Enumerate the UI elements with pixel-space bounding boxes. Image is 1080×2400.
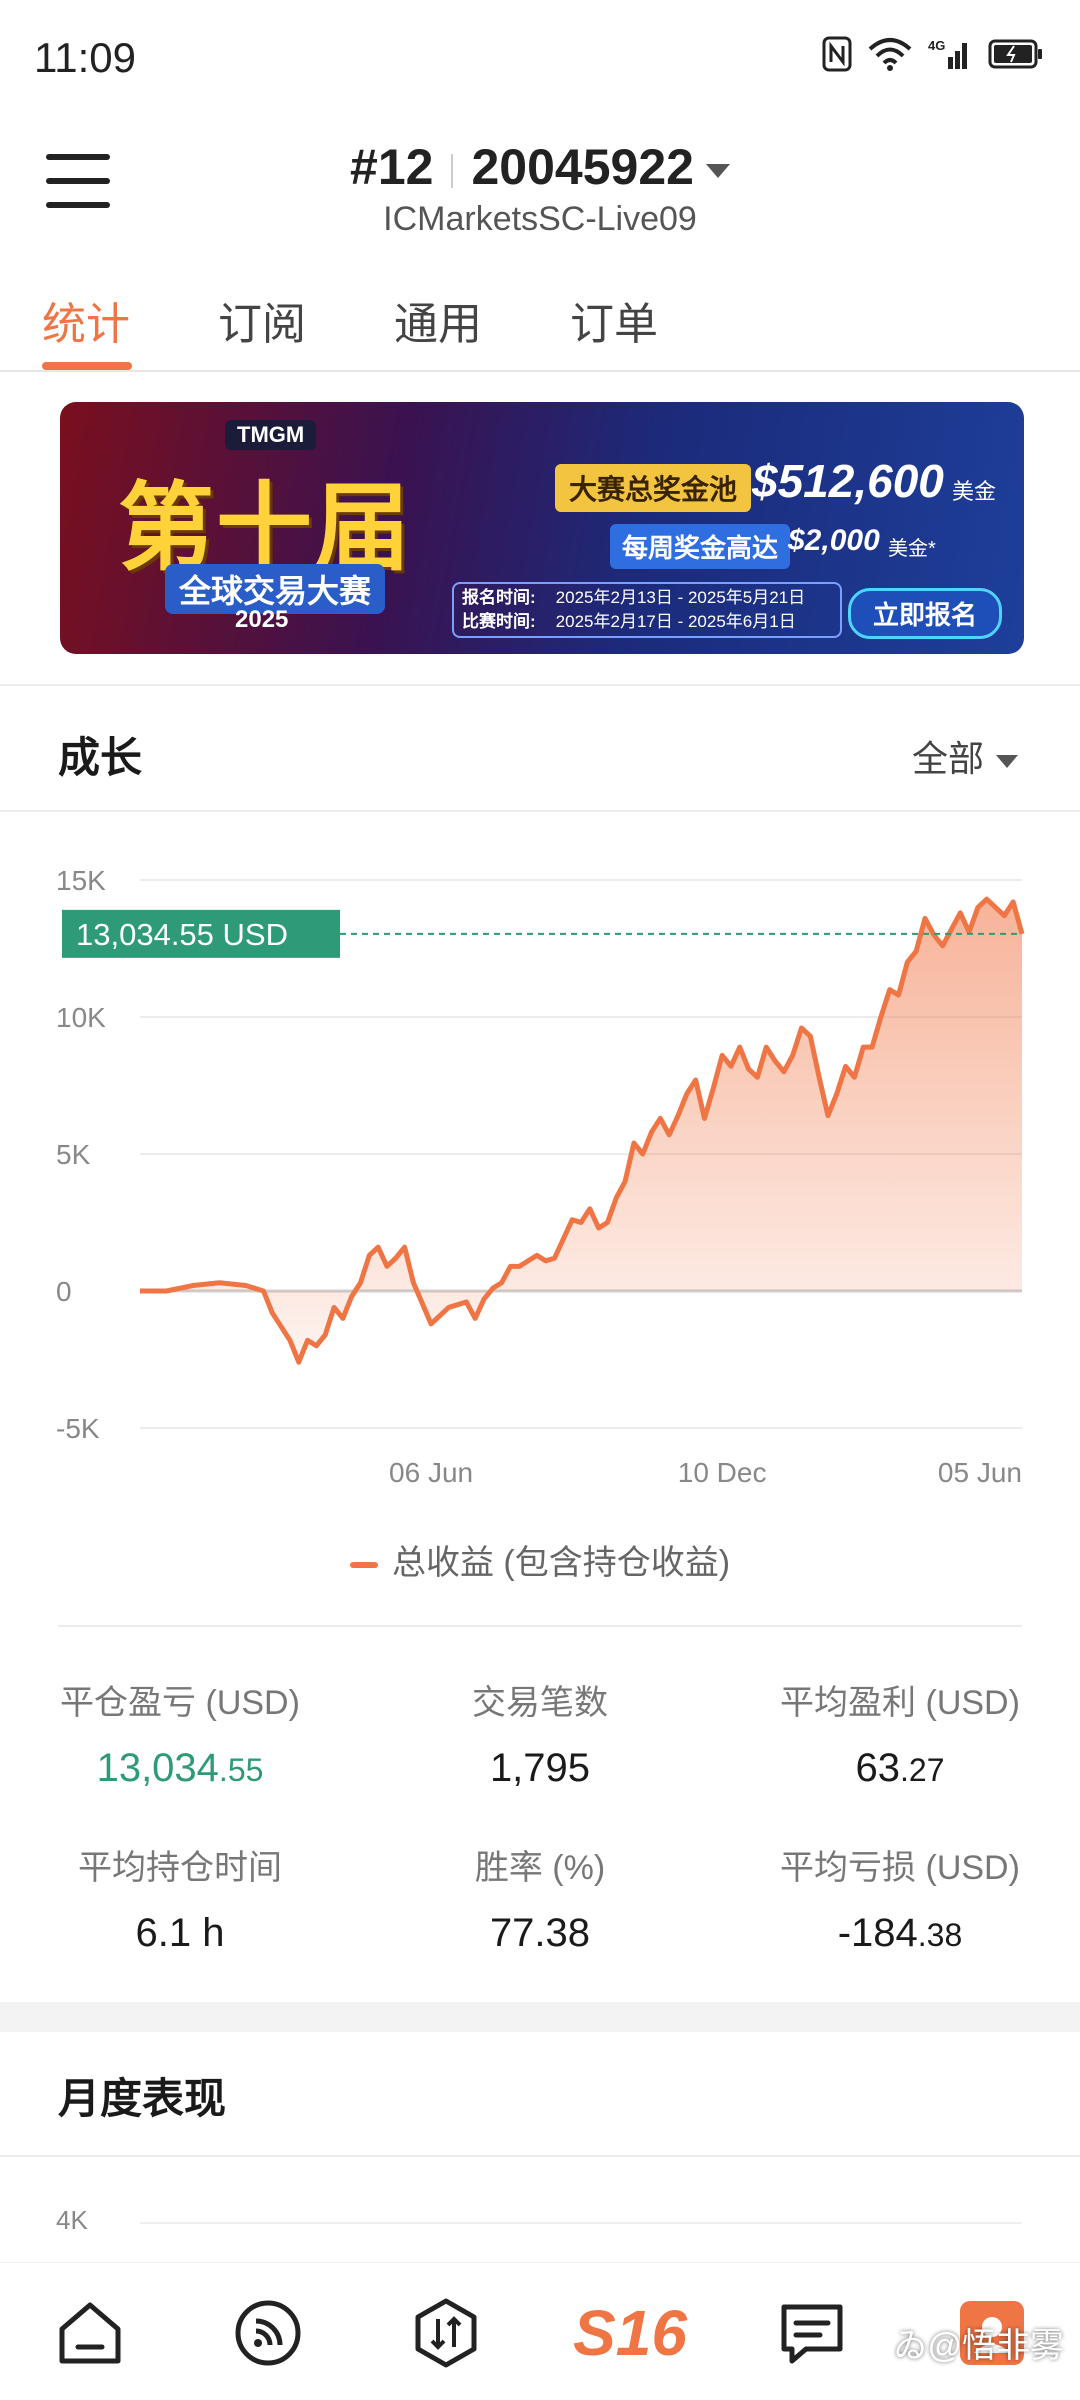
nav-messages[interactable] xyxy=(772,2293,852,2373)
stat-label: 胜率 (%) xyxy=(474,1849,606,1887)
server-name: ICMarketsSC-Live09 xyxy=(383,200,697,238)
chart-legend: 总收益 (包含持仓收益) xyxy=(0,1535,1080,1584)
growth-chart[interactable]: 15K 10K 5K 0 -5K 06 Jun 10 Dec 05 Jun 13,034.55 … xyxy=(0,840,1080,1500)
nav-trade[interactable] xyxy=(406,2293,486,2373)
banner-year: 2025 xyxy=(235,606,289,633)
banner-pool-unit: 美金 xyxy=(952,479,997,504)
chevron-down-icon xyxy=(996,754,1018,768)
signup-button[interactable]: 立即报名 xyxy=(848,588,1003,639)
signup-time-value: 2025年2月13日 - 2025年5月21日 xyxy=(555,588,806,607)
trade-icon xyxy=(415,2298,477,2368)
banner-brand: TMGM xyxy=(225,420,317,450)
header: #12 20045922 ICMarketsSC-Live09 xyxy=(0,110,1080,260)
section-separator xyxy=(0,2002,1080,2032)
x-tick-label: 10 Dec xyxy=(678,1457,767,1488)
legend-label: 总收益 (包含持仓收益) xyxy=(391,1544,731,1582)
battery-icon xyxy=(988,39,1042,69)
x-tick-label: 05 Jun xyxy=(938,1457,1022,1488)
promo-banner[interactable]: TMGM 第十届 全球交易大赛 2025 大赛总奖金池 $512,600 美金 … xyxy=(60,402,1024,654)
stat-value: 1,795 xyxy=(489,1746,591,1790)
stat-label: 交易笔数 xyxy=(472,1684,608,1722)
stat-value: 6.1 h xyxy=(135,1911,225,1955)
signal-icon xyxy=(235,2300,301,2366)
current-value-label: 13,034.55 USD xyxy=(76,917,288,952)
signup-time-label: 报名时间: xyxy=(462,588,536,607)
account-rank: #12 xyxy=(350,139,434,195)
legend-swatch xyxy=(349,1562,378,1569)
stat-avg-hold-time: 平均持仓时间 6.1 h xyxy=(0,1840,360,1956)
stat-value: 13,034.55 xyxy=(96,1746,264,1790)
stat-label: 平均盈利 (USD) xyxy=(780,1684,1020,1722)
stat-label: 平仓盈亏 (USD) xyxy=(60,1684,300,1722)
growth-chart-svg: 15K 10K 5K 0 -5K 06 Jun 10 Dec 05 Jun 13,034.55 … xyxy=(56,865,1025,1488)
banner-weekly-amount: $2,000 xyxy=(788,524,880,557)
monthly-axis-tick: 4K xyxy=(56,2205,88,2235)
range-dropdown[interactable]: 全部 xyxy=(912,730,1018,782)
tab-bar: 统计 订阅 通用 订单 xyxy=(0,270,1080,372)
divider xyxy=(0,2155,1080,2157)
growth-title: 成长 xyxy=(58,734,143,781)
y-tick-label: 0 xyxy=(56,1276,72,1307)
tab-orders[interactable]: 订单 xyxy=(570,288,658,352)
message-icon xyxy=(781,2304,843,2364)
monthly-gridline xyxy=(140,2222,1022,2224)
y-tick-label: -5K xyxy=(56,1413,100,1444)
banner-dates: 报名时间: 2025年2月13日 - 2025年5月21日 比赛时间: 2025年2… xyxy=(452,582,842,638)
banner-weekly-unit: 美金* xyxy=(888,538,936,560)
tab-stats[interactable]: 统计 xyxy=(42,288,130,352)
wifi-icon xyxy=(868,38,912,71)
status-icons: 4G xyxy=(822,36,1044,72)
banner-pool-label: 大赛总奖金池 xyxy=(555,464,752,512)
tab-subscribe[interactable]: 订阅 xyxy=(218,288,306,352)
stat-avg-profit: 平均盈利 (USD) 63.27 xyxy=(720,1675,1080,1791)
status-time: 11:09 xyxy=(34,34,136,81)
range-value: 全部 xyxy=(911,738,984,779)
monthly-title: 月度表现 xyxy=(58,2075,227,2122)
chevron-down-icon xyxy=(705,163,730,178)
stat-win-rate: 胜率 (%) 77.38 xyxy=(360,1840,720,1956)
banner-pool-amount: $512,600 xyxy=(752,455,944,507)
stat-avg-loss: 平均亏损 (USD) -184.38 xyxy=(720,1840,1080,1956)
nav-s16[interactable]: S16 xyxy=(570,2293,690,2373)
status-bar: 11:09 4G xyxy=(0,0,1080,110)
contest-time-label: 比赛时间: xyxy=(462,612,536,631)
account-selector[interactable]: #12 20045922 xyxy=(0,138,1080,196)
y-tick-label: 10K xyxy=(56,1002,106,1033)
y-tick-label: 5K xyxy=(56,1139,91,1170)
stat-value: 63.27 xyxy=(855,1746,945,1790)
x-tick-label: 06 Jun xyxy=(389,1457,473,1488)
banner-weekly-label: 每周奖金高达 xyxy=(610,524,791,569)
stat-closed-pnl: 平仓盈亏 (USD) 13,034.55 xyxy=(0,1675,360,1791)
y-tick-label: 15K xyxy=(56,865,106,896)
svg-text:4G: 4G xyxy=(928,38,945,53)
account-number: 20045922 xyxy=(471,139,694,195)
series-area xyxy=(140,899,1022,1363)
watermark: ゐ@悟非雾 xyxy=(893,2327,1064,2365)
stat-label: 平均亏损 (USD) xyxy=(780,1849,1020,1887)
active-tab-indicator xyxy=(42,362,132,370)
cellular-signal-icon: 4G xyxy=(928,38,967,69)
nav-signals[interactable] xyxy=(228,2293,308,2373)
nfc-icon xyxy=(822,36,852,72)
stat-value: 77.38 xyxy=(489,1911,591,1955)
stat-value: -184.38 xyxy=(837,1911,963,1955)
tab-general[interactable]: 通用 xyxy=(394,288,482,352)
stat-trade-count: 交易笔数 1,795 xyxy=(360,1675,720,1791)
nav-home[interactable] xyxy=(50,2293,130,2373)
home-icon xyxy=(59,2302,121,2364)
stat-label: 平均持仓时间 xyxy=(78,1849,282,1887)
divider xyxy=(0,684,1080,686)
contest-time-value: 2025年2月17日 - 2025年6月1日 xyxy=(555,612,796,631)
divider xyxy=(58,1625,1022,1627)
divider xyxy=(0,810,1080,812)
